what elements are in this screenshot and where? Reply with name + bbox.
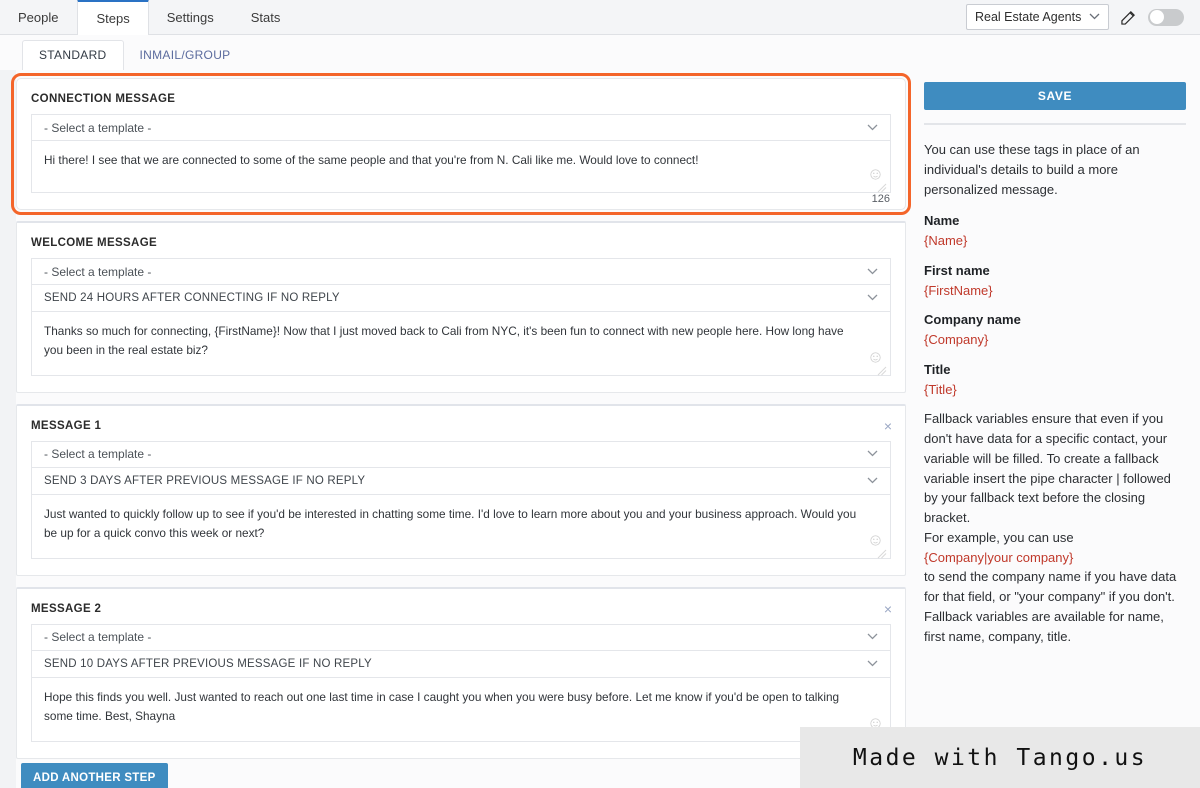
chevron-down-icon <box>867 122 878 134</box>
tab-stats-label: Stats <box>250 9 281 25</box>
chevron-down-icon <box>867 631 878 643</box>
resize-grip-icon[interactable] <box>877 546 887 559</box>
tags-intro-text: You can use these tags in place of an in… <box>924 142 1140 197</box>
tags-help-panel: You can use these tags in place of an in… <box>924 123 1186 646</box>
app-root: People Steps Settings Stats Real Estate … <box>0 0 1200 788</box>
tag-label-company-name: Company name <box>924 312 1021 328</box>
message-1-textarea[interactable]: Just wanted to quickly follow up to see … <box>31 494 891 559</box>
audience-dropdown[interactable]: Real Estate Agents <box>966 4 1109 30</box>
campaign-toggle[interactable] <box>1148 8 1184 26</box>
tab-stats[interactable]: Stats <box>233 0 300 34</box>
tag-label-name: Name <box>924 213 960 229</box>
tab-people[interactable]: People <box>0 0 77 34</box>
message-2-card: MESSAGE 2 × - Select a template - SEND 1… <box>16 586 906 759</box>
welcome-template-select[interactable]: - Select a template - <box>31 258 891 285</box>
resize-grip-icon[interactable] <box>877 363 887 376</box>
chevron-down-icon <box>1089 11 1100 23</box>
tango-watermark: Made with Tango.us <box>800 727 1200 788</box>
edit-pencil-icon[interactable] <box>1121 10 1136 25</box>
fallback-paragraph-1: Fallback variables ensure that even if y… <box>924 411 1171 525</box>
message-1-template-select[interactable]: - Select a template - <box>31 440 891 468</box>
tag-value-first-name: {FirstName} <box>924 282 993 298</box>
tab-people-label: People <box>18 9 59 25</box>
sub-tab-bar: STANDARD INMAIL/GROUP <box>0 35 910 70</box>
message-1-card: MESSAGE 1 × - Select a template - SEND 3… <box>16 403 906 576</box>
tab-settings-label: Settings <box>166 9 214 25</box>
message-2-remove-button[interactable]: × <box>884 602 892 616</box>
message-2-template-value: - Select a template - <box>44 630 152 645</box>
resize-grip-icon[interactable] <box>877 180 887 193</box>
tag-value-company-name: {Company} <box>924 332 989 347</box>
fallback-example-tag: {Company|your company} <box>924 549 1074 565</box>
connection-char-count: 126 <box>871 192 890 205</box>
page-left-gutter <box>0 70 16 788</box>
toggle-knob <box>1149 10 1164 24</box>
welcome-message-title: WELCOME MESSAGE <box>31 237 158 249</box>
message-2-template-select[interactable]: - Select a template - <box>31 623 891 651</box>
message-1-timing-select[interactable]: SEND 3 DAYS AFTER PREVIOUS MESSAGE IF NO… <box>31 467 891 495</box>
message-1-text: Just wanted to quickly follow up to see … <box>44 506 857 541</box>
fallback-example-lead: For example, you can use <box>924 529 1074 545</box>
welcome-template-value: - Select a template - <box>44 264 152 279</box>
message-1-title: MESSAGE 1 <box>31 419 102 432</box>
welcome-timing-value: SEND 24 HOURS AFTER CONNECTING IF NO REP… <box>44 292 340 304</box>
connection-message-text: Hi there! I see that we are connected to… <box>44 153 699 167</box>
welcome-timing-select[interactable]: SEND 24 HOURS AFTER CONNECTING IF NO REP… <box>31 285 891 312</box>
message-2-title: MESSAGE 2 <box>31 602 102 615</box>
connection-message-card: CONNECTION MESSAGE - Select a template -… <box>11 73 911 215</box>
connection-message-title: CONNECTION MESSAGE <box>31 93 176 105</box>
subtab-inmail-group-label: INMAIL/GROUP <box>139 48 231 62</box>
fallback-paragraph-2: to send the company name if you have dat… <box>924 569 1177 644</box>
message-2-text: Hope this finds you well. Just wanted to… <box>44 689 840 724</box>
subtab-inmail-group[interactable]: INMAIL/GROUP <box>124 41 247 70</box>
top-tab-bar: People Steps Settings Stats Real Estate … <box>0 0 1200 35</box>
message-2-textarea[interactable]: Hope this finds you well. Just wanted to… <box>31 677 891 742</box>
connection-template-select[interactable]: - Select a template - <box>31 114 891 141</box>
message-2-timing-select[interactable]: SEND 10 DAYS AFTER PREVIOUS MESSAGE IF N… <box>31 650 891 678</box>
chevron-down-icon <box>867 448 878 460</box>
tab-settings[interactable]: Settings <box>149 0 233 34</box>
emoji-icon[interactable] <box>870 533 881 546</box>
welcome-message-textarea[interactable]: Thanks so much for connecting, {FirstNam… <box>31 312 891 376</box>
connection-message-textarea[interactable]: Hi there! I see that we are connected to… <box>31 141 891 205</box>
emoji-icon[interactable] <box>870 716 881 729</box>
chevron-down-icon <box>867 266 878 278</box>
tab-steps-label: Steps <box>96 11 130 26</box>
tag-value-name: {Name} <box>924 233 968 248</box>
welcome-message-text: Thanks so much for connecting, {FirstNam… <box>44 324 844 358</box>
emoji-icon[interactable] <box>870 350 881 363</box>
tab-steps[interactable]: Steps <box>77 0 149 35</box>
sidebar-panel: SAVE You can use these tags in place of … <box>924 82 1186 646</box>
subtab-standard-label: STANDARD <box>39 48 107 62</box>
steps-column: CONNECTION MESSAGE - Select a template -… <box>11 73 911 770</box>
tag-label-first-name: First name <box>924 262 990 278</box>
tango-watermark-text: Made with Tango.us <box>852 744 1148 771</box>
save-button[interactable]: SAVE <box>924 82 1186 110</box>
add-another-step-button[interactable]: ADD ANOTHER STEP <box>21 763 168 788</box>
chevron-down-icon <box>867 475 878 487</box>
connection-template-value: - Select a template - <box>44 120 152 135</box>
message-1-template-value: - Select a template - <box>44 447 152 462</box>
welcome-message-card: WELCOME MESSAGE - Select a template - SE… <box>16 221 906 393</box>
tag-value-title: {Title} <box>924 381 957 397</box>
message-1-remove-button[interactable]: × <box>884 419 892 433</box>
chevron-down-icon <box>867 292 878 304</box>
tag-label-title: Title <box>924 361 951 377</box>
chevron-down-icon <box>867 658 878 670</box>
emoji-icon[interactable] <box>870 167 881 180</box>
topbar-controls: Real Estate Agents <box>966 0 1200 34</box>
message-1-timing-value: SEND 3 DAYS AFTER PREVIOUS MESSAGE IF NO… <box>44 474 366 487</box>
message-2-timing-value: SEND 10 DAYS AFTER PREVIOUS MESSAGE IF N… <box>44 657 372 670</box>
subtab-standard[interactable]: STANDARD <box>22 40 124 70</box>
audience-dropdown-value: Real Estate Agents <box>975 10 1082 24</box>
